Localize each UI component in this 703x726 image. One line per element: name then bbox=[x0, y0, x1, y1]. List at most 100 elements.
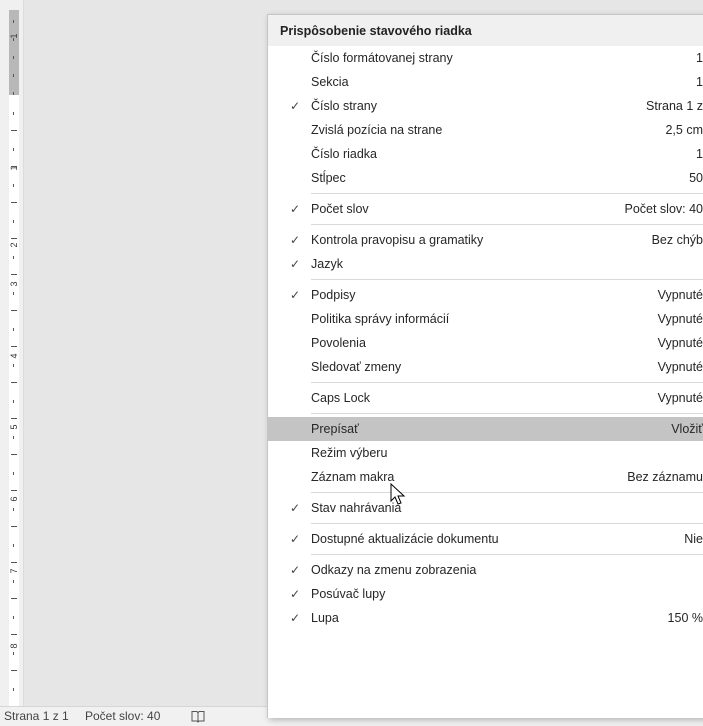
ruler-tick bbox=[13, 38, 14, 41]
ruler-tick bbox=[11, 562, 17, 563]
menu-separator bbox=[311, 193, 703, 194]
menu-item-view-shortcuts[interactable]: ✓ Odkazy na zmenu zobrazenia bbox=[268, 558, 703, 582]
checkmark-icon: ✓ bbox=[289, 288, 301, 302]
checkmark-icon: ✓ bbox=[289, 563, 301, 577]
menu-item-page-number[interactable]: ✓ Číslo strany Strana 1 z bbox=[268, 94, 703, 118]
menu-item-label: Číslo formátovanej strany bbox=[311, 51, 453, 65]
status-bar-customize-menu: Prispôsobenie stavového riadka Číslo for… bbox=[267, 14, 703, 718]
menu-item-upload-status[interactable]: ✓ Stav nahrávania bbox=[268, 496, 703, 520]
menu-item-value: Bez chýb bbox=[651, 233, 703, 247]
ruler-tick bbox=[11, 526, 17, 527]
menu-item-word-count[interactable]: ✓ Počet slov Počet slov: 40 bbox=[268, 197, 703, 221]
menu-item-column[interactable]: Stĺpec 50 bbox=[268, 166, 703, 190]
menu-item-value: 1 bbox=[696, 147, 703, 161]
ruler-tick bbox=[13, 184, 14, 187]
mouse-pointer-icon bbox=[390, 483, 406, 505]
menu-item-value: Vypnuté bbox=[657, 336, 703, 350]
menu-item-signatures[interactable]: ✓ Podpisy Vypnuté bbox=[268, 283, 703, 307]
menu-item-caps-lock[interactable]: Caps Lock Vypnuté bbox=[268, 386, 703, 410]
menu-item-selection-mode[interactable]: Režim výberu bbox=[268, 441, 703, 465]
menu-item-label: Číslo strany bbox=[311, 99, 377, 113]
ruler-tick bbox=[13, 148, 14, 151]
ruler-number: 2 bbox=[9, 242, 19, 248]
menu-item-value: 1 bbox=[696, 75, 703, 89]
ruler-tick bbox=[13, 292, 14, 295]
menu-item-document-updates[interactable]: ✓ Dostupné aktualizácie dokumentu Nie bbox=[268, 527, 703, 551]
menu-item-value: Bez záznamu bbox=[627, 470, 703, 484]
ruler-tick bbox=[13, 364, 14, 367]
menu-item-value: Vypnuté bbox=[657, 288, 703, 302]
menu-item-label: Stĺpec bbox=[311, 171, 346, 185]
checkmark-icon: ✓ bbox=[289, 611, 301, 625]
menu-item-label: Záznam makra bbox=[311, 470, 395, 484]
ruler-tick bbox=[13, 580, 14, 583]
menu-item-label: Prepísať bbox=[311, 422, 359, 436]
menu-item-label: Režim výberu bbox=[311, 446, 388, 460]
menu-item-value: 1 bbox=[696, 51, 703, 65]
proofing-book-icon[interactable] bbox=[191, 710, 205, 723]
ruler-tick bbox=[13, 544, 14, 547]
ruler-tick bbox=[11, 490, 17, 491]
menu-item-value: Strana 1 z bbox=[646, 99, 703, 113]
menu-item-zoom[interactable]: ✓ Lupa 150 % bbox=[268, 606, 703, 630]
menu-item-line-number[interactable]: Číslo riadka 1 bbox=[268, 142, 703, 166]
menu-item-value: Vypnuté bbox=[657, 360, 703, 374]
menu-item-section[interactable]: Sekcia 1 bbox=[268, 70, 703, 94]
menu-item-value: Počet slov: 40 bbox=[624, 202, 703, 216]
ruler-tick bbox=[13, 652, 14, 655]
ruler-tick bbox=[11, 418, 17, 419]
menu-item-label: Posúvač lupy bbox=[311, 587, 386, 601]
ruler-number: 3 bbox=[9, 281, 19, 287]
menu-item-permissions[interactable]: Povolenia Vypnuté bbox=[268, 331, 703, 355]
status-page-number[interactable]: Strana 1 z 1 bbox=[4, 707, 69, 726]
status-word-count[interactable]: Počet slov: 40 bbox=[85, 707, 160, 726]
menu-separator bbox=[311, 413, 703, 414]
menu-item-formatted-page-number[interactable]: Číslo formátovanej strany 1 bbox=[268, 46, 703, 70]
menu-item-information-management-policy[interactable]: Politika správy informácií Vypnuté bbox=[268, 307, 703, 331]
ruler-tick bbox=[11, 634, 17, 635]
menu-item-label: Jazyk bbox=[311, 257, 343, 271]
menu-item-label: Povolenia bbox=[311, 336, 366, 350]
menu-item-overtype[interactable]: Prepísať Vložiť bbox=[268, 417, 703, 441]
checkmark-icon: ✓ bbox=[289, 233, 301, 247]
menu-item-language[interactable]: ✓ Jazyk bbox=[268, 252, 703, 276]
ruler-tick bbox=[11, 166, 17, 167]
ruler-tick bbox=[11, 238, 17, 239]
ruler-tick bbox=[13, 328, 14, 331]
menu-item-label: Stav nahrávania bbox=[311, 501, 402, 515]
menu-separator bbox=[311, 279, 703, 280]
ruler-number: 4 bbox=[9, 353, 19, 359]
menu-item-zoom-slider[interactable]: ✓ Posúvač lupy bbox=[268, 582, 703, 606]
menu-item-label: Podpisy bbox=[311, 288, 356, 302]
ruler-tick bbox=[13, 688, 14, 691]
menu-item-label: Sledovať zmeny bbox=[311, 360, 402, 374]
ruler-number: 1 bbox=[9, 165, 19, 171]
ruler-tick bbox=[11, 670, 17, 671]
ruler-tick bbox=[11, 454, 17, 455]
checkmark-icon: ✓ bbox=[289, 99, 301, 113]
menu-separator bbox=[311, 492, 703, 493]
checkmark-icon: ✓ bbox=[289, 501, 301, 515]
menu-item-value: 2,5 cm bbox=[665, 123, 703, 137]
ruler-tick bbox=[11, 202, 17, 203]
ruler-tick bbox=[13, 112, 14, 115]
checkmark-icon: ✓ bbox=[289, 587, 301, 601]
menu-item-spelling-grammar[interactable]: ✓ Kontrola pravopisu a gramatiky Bez chýb bbox=[268, 228, 703, 252]
menu-item-label: Odkazy na zmenu zobrazenia bbox=[311, 563, 477, 577]
menu-item-value: 150 % bbox=[667, 611, 703, 625]
menu-item-track-changes[interactable]: Sledovať zmeny Vypnuté bbox=[268, 355, 703, 379]
menu-item-value: Vložiť bbox=[671, 422, 703, 436]
ruler-tick bbox=[11, 274, 17, 275]
ruler-number: 7 bbox=[9, 568, 19, 574]
ruler-tick bbox=[13, 400, 14, 403]
menu-item-vertical-position[interactable]: Zvislá pozícia na strane 2,5 cm bbox=[268, 118, 703, 142]
menu-item-label: Kontrola pravopisu a gramatiky bbox=[311, 233, 484, 247]
menu-item-macro-recording[interactable]: Záznam makra Bez záznamu bbox=[268, 465, 703, 489]
ruler-number: 5 bbox=[9, 424, 19, 430]
ruler-tick bbox=[13, 92, 14, 95]
ruler-tick bbox=[13, 220, 14, 223]
ruler-tick bbox=[13, 472, 14, 475]
checkmark-icon: ✓ bbox=[289, 257, 301, 271]
menu-item-value: Vypnuté bbox=[657, 391, 703, 405]
ruler-tick bbox=[11, 346, 17, 347]
